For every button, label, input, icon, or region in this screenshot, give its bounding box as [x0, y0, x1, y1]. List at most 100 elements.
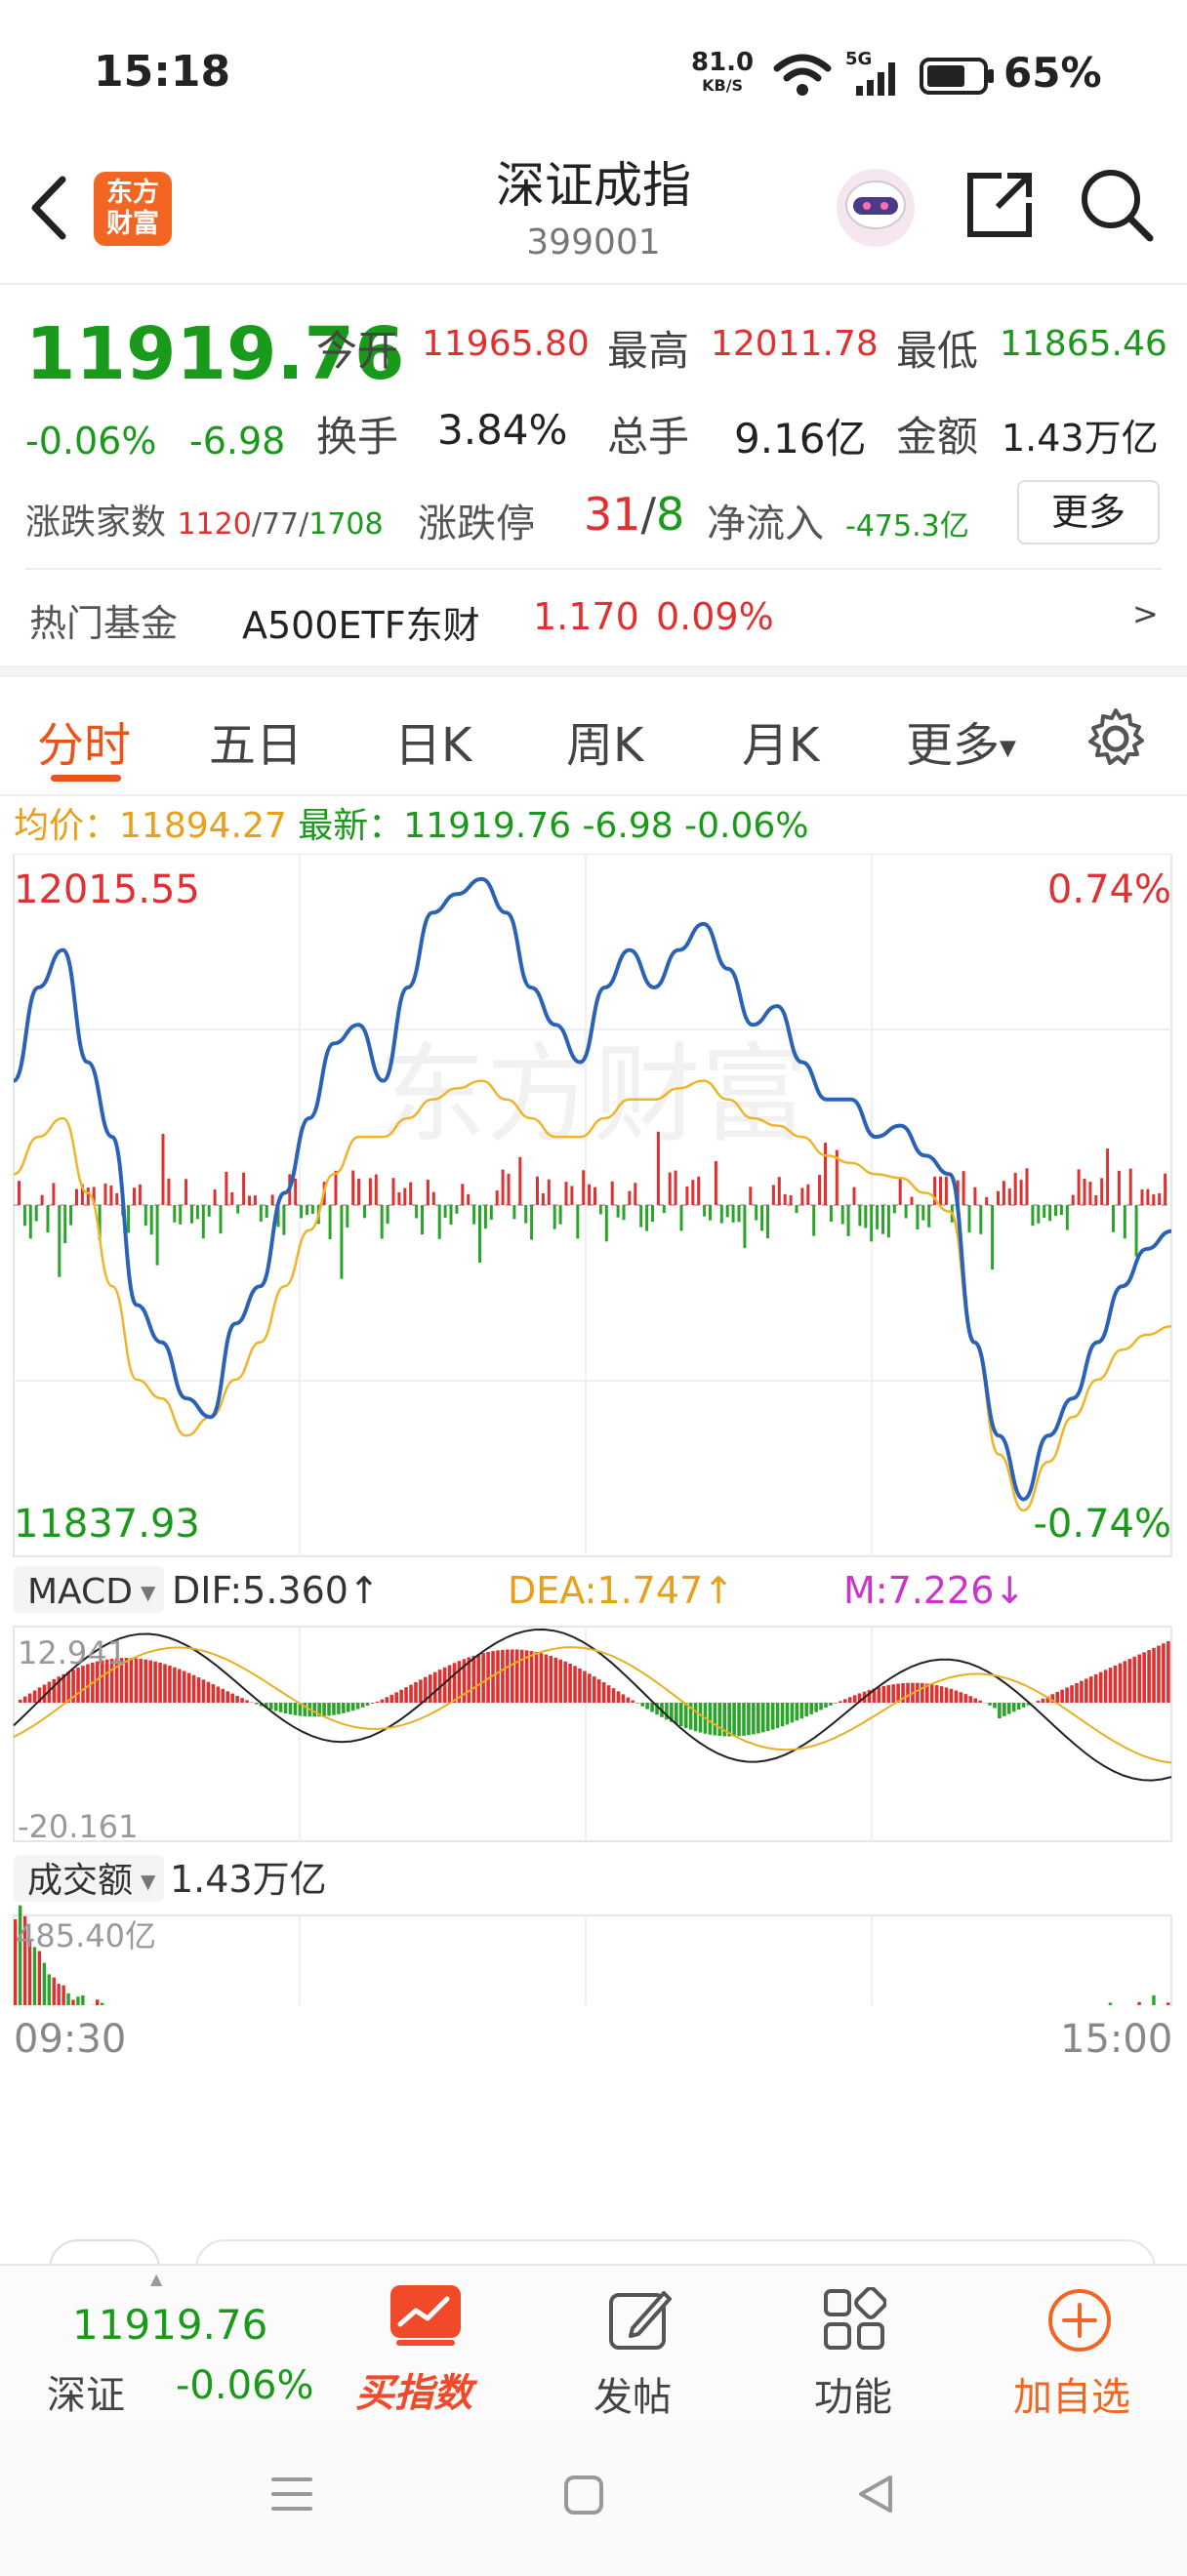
volume-bar: [310, 1205, 314, 1214]
turnover-bar: [1152, 1994, 1156, 2005]
macd-bar: [963, 1694, 968, 1703]
macd-bar: [1152, 1647, 1156, 1703]
volume-bar: [242, 1172, 246, 1205]
volume-bar: [461, 1184, 465, 1205]
share-icon[interactable]: [962, 168, 1037, 242]
volume-bar: [1065, 1205, 1069, 1230]
macd-bar: [1085, 1678, 1088, 1703]
post-label: 发帖: [594, 2375, 672, 2420]
post-button[interactable]: 发帖: [566, 2266, 713, 2427]
volume-bar: [824, 1143, 827, 1205]
macd-bar: [216, 1686, 221, 1703]
tab-weekly-k[interactable]: 周K: [566, 706, 643, 775]
tab-intraday[interactable]: 分时: [37, 706, 131, 775]
volume-bar: [991, 1205, 995, 1270]
volume-bar: [1140, 1189, 1144, 1205]
turnover-bar: [81, 1994, 85, 2005]
macd-bar: [1080, 1680, 1084, 1703]
more-button[interactable]: 更多: [1017, 480, 1160, 544]
tab-more[interactable]: 更多▼: [906, 706, 1016, 775]
volume-bar: [634, 1183, 637, 1205]
volume-bar: [328, 1205, 332, 1239]
macd-bar: [1016, 1703, 1021, 1711]
volume-header: 成交额 ▼ 1.43万亿: [14, 1855, 327, 1902]
time-start: 09:30: [14, 2017, 127, 2062]
hot-fund-row[interactable]: 热门基金 A500ETF东财 1.170 0.09% >: [0, 578, 1187, 656]
volume-bar: [1128, 1168, 1132, 1205]
macd-bar: [1070, 1685, 1074, 1703]
volume-bar: [18, 1181, 20, 1205]
tab-monthly-k[interactable]: 月K: [742, 706, 819, 775]
volume-bar: [725, 1205, 729, 1218]
volume-bar: [109, 1185, 113, 1205]
turnover-bar: [47, 1974, 51, 2005]
menu-icon[interactable]: [269, 2472, 314, 2516]
volume-bar: [1013, 1172, 1017, 1205]
macd-bar: [134, 1658, 139, 1703]
macd-bar: [288, 1703, 293, 1714]
index-quick-quote[interactable]: ▲ 11919.76 深证 -0.06%: [0, 2266, 322, 2427]
macd-bar: [563, 1661, 567, 1703]
open-value: 11965.80: [422, 324, 590, 364]
bottom-bar: ▲ 11919.76 深证 -0.06% 买指数 发帖 功能 加自选: [0, 2264, 1187, 2427]
volume-bar: [674, 1170, 677, 1205]
macd-bar: [921, 1683, 924, 1703]
macd-bar: [747, 1703, 751, 1736]
volume-bar: [1134, 1205, 1138, 1257]
back-nav-icon[interactable]: [853, 2472, 896, 2516]
volume-bar: [709, 1205, 712, 1221]
add-watchlist-button[interactable]: 加自选: [996, 2266, 1171, 2427]
volume-bar: [1117, 1170, 1121, 1205]
tab-five-day[interactable]: 五日: [209, 706, 303, 775]
breadth-flat: 77: [261, 507, 300, 542]
macd-bar: [355, 1703, 360, 1710]
intraday-chart[interactable]: 东方财富 12015.55 11837.93 0.74% -0.74% MACD…: [0, 854, 1187, 2005]
volume-bar: [536, 1176, 539, 1205]
volume-bar: [691, 1180, 695, 1205]
macd-bar: [583, 1670, 587, 1703]
macd-bar: [678, 1703, 683, 1726]
tab-daily-k[interactable]: 日K: [394, 706, 471, 775]
macd-bar: [988, 1703, 992, 1706]
settings-icon[interactable]: [1084, 706, 1148, 771]
buy-index-button[interactable]: 买指数: [342, 2266, 508, 2427]
net-speed: 81.0 KB/S: [691, 48, 755, 95]
functions-button[interactable]: 功能: [781, 2266, 927, 2427]
volume-bar: [795, 1205, 798, 1214]
macd-bar: [1157, 1645, 1161, 1703]
macd-bar: [1103, 1670, 1108, 1703]
volume-bar: [1094, 1195, 1098, 1205]
volume-bar: [1123, 1205, 1126, 1239]
macd-bar: [182, 1670, 186, 1703]
volume-bar: [755, 1205, 758, 1221]
macd-bar: [452, 1663, 457, 1703]
macd-bar: [342, 1703, 346, 1713]
volume-bar: [1152, 1194, 1156, 1205]
volume-bar: [230, 1191, 234, 1205]
volume-bar: [582, 1170, 586, 1205]
turnover-bar: [100, 2002, 104, 2005]
home-icon[interactable]: [562, 2474, 605, 2516]
macd-bar: [553, 1657, 558, 1703]
breadth-label: 涨跌家数: [25, 503, 167, 543]
macd-bar: [1003, 1703, 1006, 1716]
volume-bar: [270, 1194, 274, 1205]
macd-bar: [404, 1687, 408, 1703]
robot-assistant-icon[interactable]: [832, 164, 920, 252]
amount-label: 金额: [896, 413, 979, 461]
search-icon[interactable]: [1078, 166, 1156, 244]
volume-bar: [167, 1178, 171, 1205]
macd-bar: [529, 1651, 534, 1703]
volume-total: 1.43万亿: [170, 1858, 327, 1901]
turnover-bar: [57, 1984, 61, 2005]
volume-bar: [455, 1205, 459, 1214]
volume-bar: [806, 1184, 810, 1205]
limit-up: 31: [584, 488, 641, 541]
macd-bar: [245, 1700, 249, 1703]
macd-bar: [1060, 1689, 1064, 1703]
macd-bar: [235, 1695, 239, 1703]
volume-bar: [685, 1186, 689, 1205]
volume-bar: [86, 1187, 90, 1205]
volume-bar: [541, 1193, 545, 1205]
volume-bar: [921, 1205, 925, 1221]
